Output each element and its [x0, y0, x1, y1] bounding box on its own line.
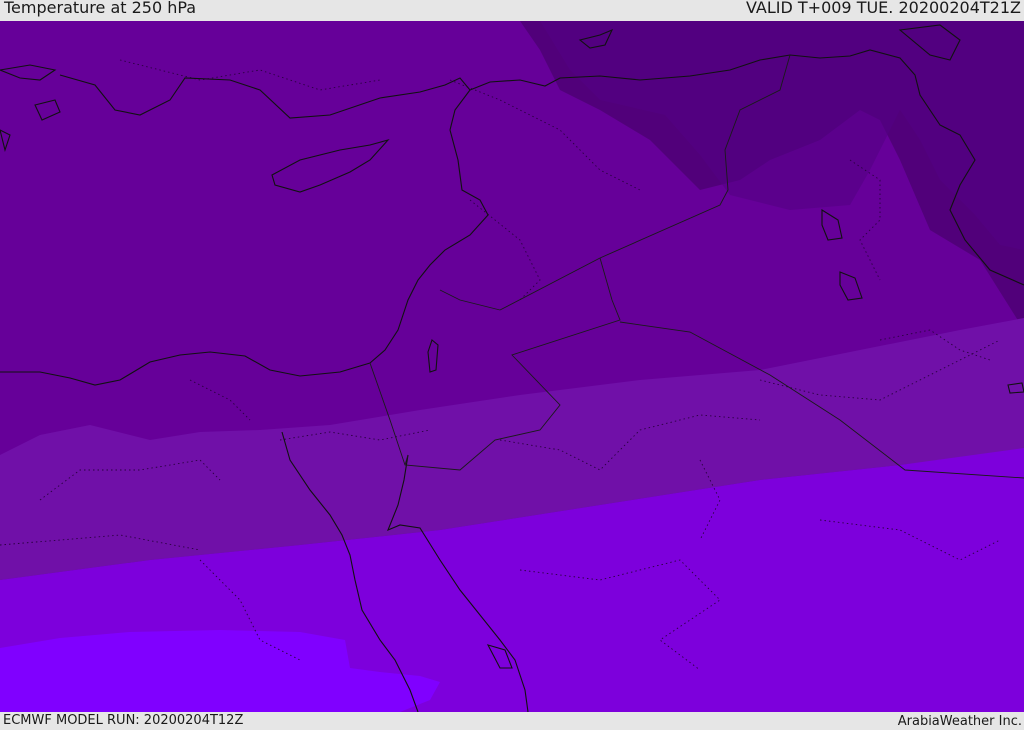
weather-map[interactable] [0, 21, 1024, 712]
footer-bar: ECMWF MODEL RUN: 20200204T12Z ArabiaWeat… [0, 712, 1024, 729]
map-title: Temperature at 250 hPa [4, 0, 197, 17]
header-bar: Temperature at 250 hPa VALID T+009 TUE. … [0, 0, 1024, 21]
temperature-field [0, 21, 1024, 712]
valid-time: VALID T+009 TUE. 20200204T21Z [745, 0, 1021, 17]
credit-label: ArabiaWeather Inc. [897, 714, 1022, 729]
model-run-label: ECMWF MODEL RUN: 20200204T12Z [3, 713, 244, 728]
